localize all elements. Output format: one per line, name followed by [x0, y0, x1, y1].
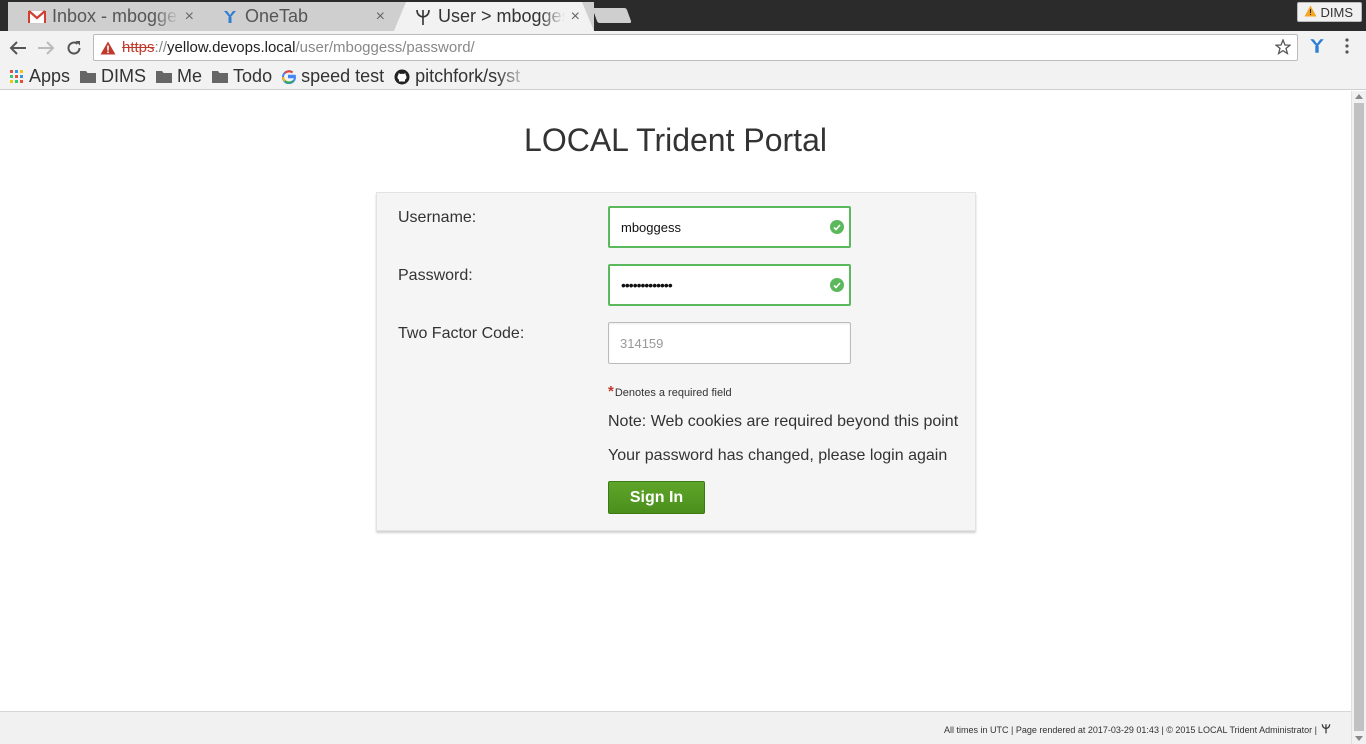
reload-icon — [67, 41, 81, 55]
browser-toolbar: https://yellow.devops.local/user/mbogges… — [0, 31, 1366, 64]
login-form-panel: Username: mboggess Password: •••••••••••… — [376, 192, 976, 531]
back-button[interactable] — [7, 37, 29, 59]
back-arrow-icon — [9, 41, 26, 55]
google-icon — [282, 69, 297, 84]
bookmark-label: Me — [177, 66, 203, 86]
footer-text: All times in UTC | Page rendered at 2017… — [943, 724, 1317, 735]
username-label: Username: — [398, 209, 477, 226]
tab-onetab[interactable]: OneTab × — [201, 2, 399, 31]
insecure-warning-icon[interactable] — [100, 41, 116, 55]
required-field-note: *Denotes a required field — [608, 383, 732, 400]
warning-icon — [1304, 5, 1317, 20]
bookmark-folder-me[interactable]: Me — [156, 66, 202, 87]
bookmark-folder-todo[interactable]: Todo — [212, 66, 272, 87]
close-icon[interactable]: × — [571, 8, 580, 26]
close-icon[interactable]: × — [376, 8, 385, 26]
bookmark-star-icon[interactable] — [1274, 38, 1292, 59]
gmail-icon — [28, 8, 46, 26]
sign-in-button[interactable]: Sign In — [608, 481, 705, 514]
twofactor-label: Two Factor Code: — [398, 325, 525, 342]
url-separator: :// — [154, 39, 168, 56]
bookmark-label: pitchfork/syst — [415, 66, 521, 86]
required-asterisk: * — [608, 383, 614, 400]
forward-button[interactable] — [35, 37, 57, 59]
folder-icon — [212, 70, 229, 83]
bookmark-apps[interactable]: Apps — [10, 66, 70, 87]
folder-icon — [80, 70, 97, 83]
trident-icon — [414, 8, 432, 26]
address-bar[interactable]: https://yellow.devops.local/user/mbogges… — [93, 34, 1298, 61]
url-scheme: https — [122, 39, 155, 56]
forward-arrow-icon — [38, 41, 55, 55]
password-value: ••••••••••••• — [621, 277, 673, 293]
close-icon[interactable]: × — [185, 8, 194, 26]
scroll-down-arrow-icon[interactable] — [1355, 736, 1363, 741]
apps-grid-icon — [10, 69, 24, 84]
github-icon — [394, 69, 410, 85]
new-tab-button[interactable] — [592, 8, 632, 23]
status-message: Your password has changed, please login … — [608, 447, 948, 464]
password-input[interactable]: ••••••••••••• — [608, 264, 851, 306]
required-note-text: Denotes a required field — [614, 387, 732, 399]
tab-title: User > mbogges — [438, 6, 565, 26]
profile-label: DIMS — [1320, 4, 1354, 20]
reload-button[interactable] — [63, 37, 85, 59]
tab-title: Inbox - mbogges — [52, 6, 179, 26]
scrollbar-thumb[interactable] — [1354, 103, 1364, 731]
url-host: yellow.devops.local — [167, 39, 296, 56]
username-value: mboggess — [621, 219, 681, 235]
onetab-icon — [221, 8, 239, 26]
page-footer: All times in UTC | Page rendered at 2017… — [0, 711, 1351, 744]
tab-strip: Inbox - mbogges × OneTab × User > mbogge… — [0, 0, 1366, 31]
bookmark-pitchfork[interactable]: pitchfork/syst — [394, 66, 530, 87]
bookmark-folder-dims[interactable]: DIMS — [80, 66, 146, 87]
page-title: LOCAL Trident Portal — [524, 122, 827, 158]
valid-check-icon — [830, 278, 844, 292]
folder-icon — [156, 70, 173, 83]
trident-icon — [1321, 723, 1331, 736]
profile-button[interactable]: DIMS — [1296, 2, 1362, 22]
valid-check-icon — [830, 220, 844, 234]
onetab-extension-icon[interactable] — [1308, 37, 1326, 60]
vertical-scrollbar[interactable] — [1351, 91, 1366, 744]
menu-kebab-icon[interactable] — [1342, 37, 1352, 60]
twofactor-placeholder: 314159 — [620, 335, 664, 351]
bookmark-speed-test[interactable]: speed test — [282, 66, 384, 87]
bookmark-label: Todo — [233, 66, 273, 86]
tab-user-password[interactable]: User > mbogges × — [394, 2, 594, 31]
page-content: LOCAL Trident Portal Username: mboggess … — [0, 91, 1351, 744]
bookmark-label: DIMS — [101, 66, 147, 86]
url-path: /user/mboggess/password/ — [295, 39, 475, 56]
username-input[interactable]: mboggess — [608, 206, 851, 248]
bookmarks-bar: Apps DIMS Me Todo speed test pitchfork/s… — [0, 64, 1366, 90]
scroll-up-arrow-icon[interactable] — [1355, 94, 1363, 99]
twofactor-input[interactable]: 314159 — [608, 322, 851, 364]
cookie-note: Note: Web cookies are required beyond th… — [608, 413, 959, 430]
bookmark-label: speed test — [301, 66, 385, 86]
password-label: Password: — [398, 267, 473, 284]
tab-inbox[interactable]: Inbox - mbogges × — [8, 2, 208, 31]
tab-title: OneTab — [245, 6, 309, 26]
bookmark-label: Apps — [29, 66, 71, 86]
